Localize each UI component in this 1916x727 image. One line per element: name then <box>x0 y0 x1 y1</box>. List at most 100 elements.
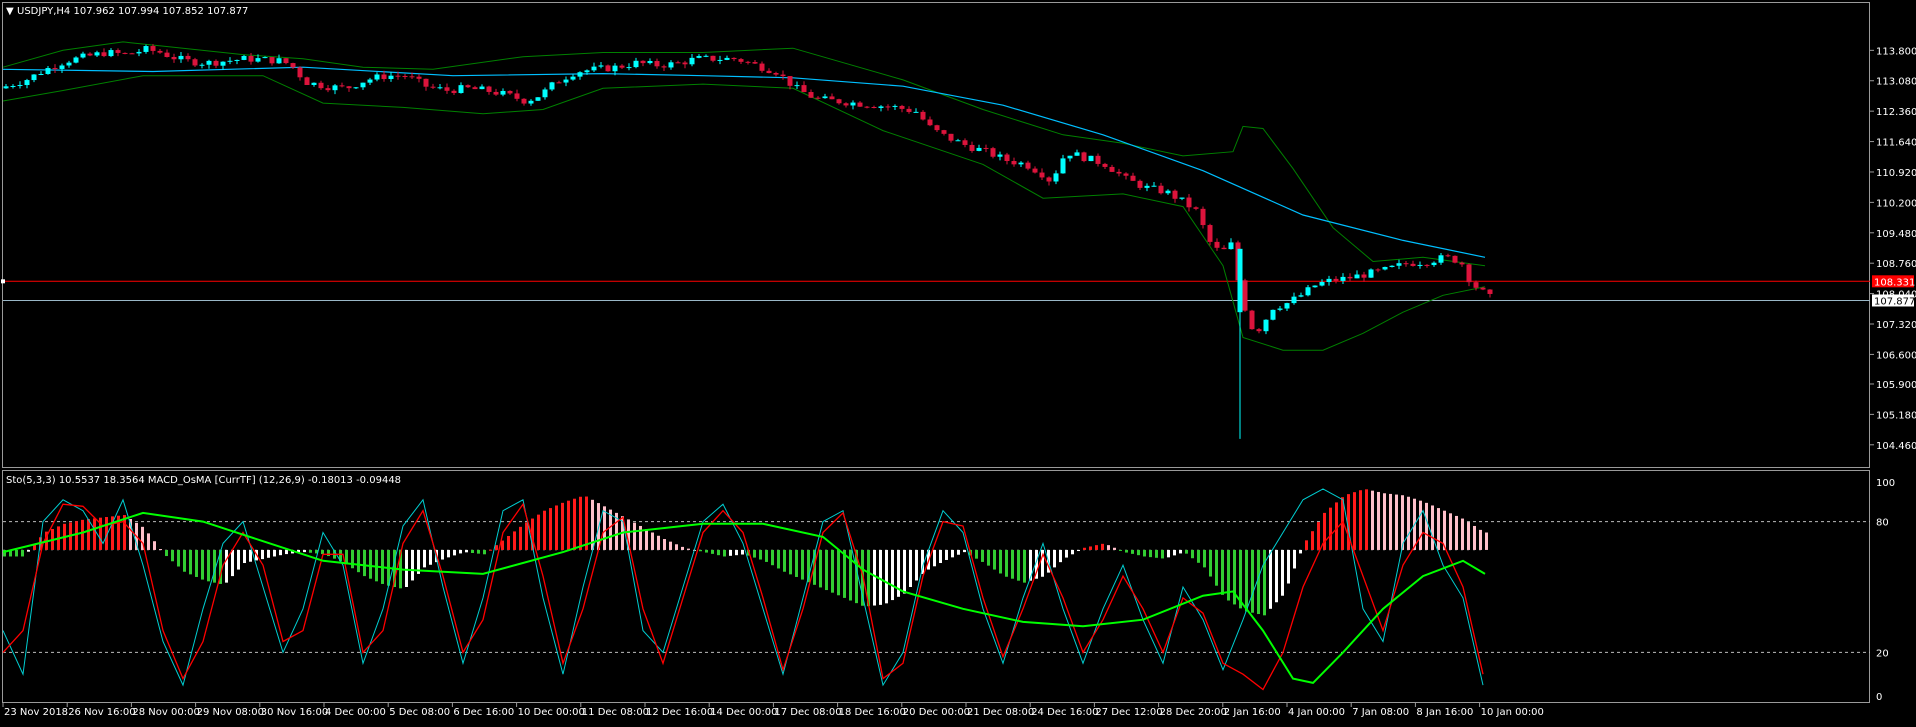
candle-body <box>1410 263 1416 266</box>
candle-body <box>388 75 394 79</box>
osma-histogram-bar <box>1395 494 1398 550</box>
candle-body <box>668 62 674 68</box>
osma-histogram-bar <box>573 498 576 550</box>
candle-body <box>1228 242 1234 250</box>
candle-body <box>626 67 632 69</box>
price-tick-label: 105.180 <box>1876 410 1916 421</box>
candle-body <box>1347 276 1353 279</box>
candle-body <box>3 86 9 89</box>
osma-histogram-bar <box>729 549 732 556</box>
candle-body <box>955 140 961 142</box>
osma-histogram-bar <box>711 549 714 554</box>
candle-body <box>1193 207 1199 209</box>
osma-histogram-bar <box>1095 545 1098 550</box>
candle-body <box>1144 185 1150 188</box>
osma-histogram-bar <box>1377 491 1380 550</box>
candle-body <box>87 53 93 56</box>
candle-body <box>1368 269 1374 278</box>
triangle-menu-icon[interactable]: ▼ <box>6 6 14 17</box>
osma-histogram-bar <box>681 546 684 550</box>
candle-body <box>521 98 527 104</box>
candle-body <box>1179 197 1185 199</box>
candle-body <box>997 154 1003 157</box>
time-tick-label: 10 Jan 00:00 <box>1481 707 1544 718</box>
candle-body <box>556 82 562 84</box>
main-panel-frame <box>2 2 1870 468</box>
candle-body <box>73 57 79 63</box>
candle-body <box>829 96 835 100</box>
osma-histogram-bar <box>879 549 882 605</box>
osma-histogram-bar <box>1107 545 1110 550</box>
osma-histogram-bar <box>1335 502 1338 550</box>
osma-histogram-bar <box>1071 549 1074 555</box>
candle-body <box>1403 263 1409 265</box>
candle-body <box>801 85 807 93</box>
osma-histogram-bar <box>687 548 690 550</box>
candle-body <box>171 56 177 60</box>
osma-histogram-bar <box>1017 549 1020 581</box>
time-tick-label: 2 Jan 16:00 <box>1224 707 1281 718</box>
osma-histogram-bar <box>423 549 426 568</box>
candle-body <box>402 75 408 77</box>
candle-body <box>1102 163 1108 167</box>
candle-body <box>1046 177 1052 182</box>
osma-histogram-bar <box>1167 549 1170 558</box>
oscillator-tick-label: 80 <box>1876 518 1889 529</box>
candle-body <box>1305 287 1311 296</box>
candle-body <box>129 53 135 55</box>
candle-body <box>1382 266 1388 270</box>
osma-histogram-bar <box>195 549 198 577</box>
osma-histogram-bar <box>1245 549 1248 612</box>
terminal-chart-window[interactable]: 113.800 113.080 112.360 111.640 110.920 110.2… <box>0 0 1916 723</box>
candle-body <box>66 62 72 66</box>
candle-body <box>1207 225 1213 242</box>
osma-histogram-bar <box>159 549 162 551</box>
osma-histogram-bar <box>1311 531 1314 550</box>
osma-histogram-bar <box>1305 540 1308 550</box>
candle-body <box>1060 158 1066 174</box>
stochastic-main-line <box>2 488 1484 687</box>
price-tick-label: 105.900 <box>1876 380 1916 391</box>
candle-body <box>1221 247 1227 250</box>
time-tick-label: 8 Jan 16:00 <box>1416 707 1473 718</box>
osma-histogram-bar <box>513 531 516 550</box>
candle-body <box>185 55 191 60</box>
osma-histogram-bar <box>261 549 264 560</box>
candle-body <box>409 76 415 78</box>
candle-body <box>1018 162 1024 165</box>
candle-body <box>1123 173 1129 176</box>
osma-histogram-bar <box>483 549 486 555</box>
chart-canvas[interactable]: 113.800 113.080 112.360 111.640 110.920 110.2… <box>0 0 1916 723</box>
osma-histogram-bar <box>507 535 510 550</box>
candle-body <box>241 55 247 60</box>
candle-body <box>24 80 30 86</box>
alert-price-tag[interactable]: 108.331 <box>1872 275 1915 288</box>
candle-body <box>843 103 849 106</box>
osma-histogram-bar <box>1077 549 1080 552</box>
osma-histogram-bar <box>675 544 678 550</box>
candle-body <box>1417 264 1423 266</box>
bollinger-lower-line <box>2 75 1486 351</box>
osma-histogram-bar <box>1143 549 1146 557</box>
osma-histogram-bar <box>831 549 834 593</box>
main-price-layer <box>1 41 1870 439</box>
candle-body <box>248 55 254 62</box>
candle-body <box>31 74 37 81</box>
osma-histogram-bar <box>183 549 186 572</box>
osma-histogram-bar <box>345 549 348 565</box>
price-tick-label: 111.640 <box>1876 138 1916 149</box>
time-tick-label: 11 Dec 08:00 <box>582 707 649 718</box>
osma-histogram-bar <box>189 549 192 575</box>
time-tick-label: 29 Nov 08:00 <box>197 707 264 718</box>
candle-body <box>108 50 114 57</box>
candle-body <box>528 100 534 104</box>
candle-body <box>276 58 282 64</box>
price-tick-label: 110.920 <box>1876 168 1916 179</box>
osma-histogram-bar <box>645 529 648 550</box>
time-tick-label: 4 Jan 00:00 <box>1288 707 1345 718</box>
candle-body <box>458 85 464 94</box>
osma-histogram-bar <box>903 549 906 594</box>
osma-histogram-bar <box>657 535 660 550</box>
candle-body <box>675 62 681 64</box>
osma-histogram-bar <box>1407 496 1410 550</box>
